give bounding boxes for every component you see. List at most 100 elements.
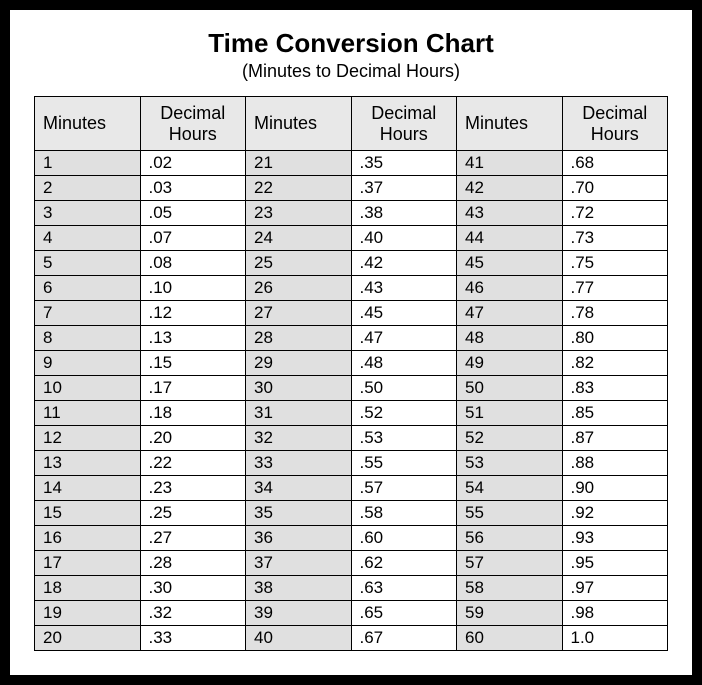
cell-minutes: 53 [457, 451, 563, 476]
cell-minutes: 2 [35, 176, 141, 201]
cell-minutes: 20 [35, 626, 141, 651]
cell-minutes: 8 [35, 326, 141, 351]
cell-minutes: 38 [246, 576, 352, 601]
cell-decimal-hours: .55 [351, 451, 457, 476]
cell-minutes: 55 [457, 501, 563, 526]
cell-minutes: 28 [246, 326, 352, 351]
cell-minutes: 50 [457, 376, 563, 401]
cell-minutes: 27 [246, 301, 352, 326]
cell-decimal-hours: .52 [351, 401, 457, 426]
cell-minutes: 29 [246, 351, 352, 376]
cell-minutes: 45 [457, 251, 563, 276]
cell-minutes: 31 [246, 401, 352, 426]
cell-minutes: 17 [35, 551, 141, 576]
cell-decimal-hours: .07 [140, 226, 246, 251]
table-row: 18.3038.6358.97 [35, 576, 668, 601]
cell-decimal-hours: .58 [351, 501, 457, 526]
cell-minutes: 60 [457, 626, 563, 651]
table-header-row: Minutes Decimal Hours Minutes Decimal Ho… [35, 97, 668, 151]
cell-minutes: 51 [457, 401, 563, 426]
table-row: 19.3239.6559.98 [35, 601, 668, 626]
cell-minutes: 43 [457, 201, 563, 226]
cell-minutes: 21 [246, 151, 352, 176]
cell-decimal-hours: .50 [351, 376, 457, 401]
col-header-minutes-2: Minutes [246, 97, 352, 151]
cell-minutes: 26 [246, 276, 352, 301]
chart-container: Time Conversion Chart (Minutes to Decima… [10, 10, 692, 675]
cell-decimal-hours: .43 [351, 276, 457, 301]
cell-decimal-hours: .15 [140, 351, 246, 376]
cell-decimal-hours: .28 [140, 551, 246, 576]
table-row: 17.2837.6257.95 [35, 551, 668, 576]
cell-decimal-hours: .77 [562, 276, 668, 301]
cell-decimal-hours: .20 [140, 426, 246, 451]
cell-decimal-hours: .62 [351, 551, 457, 576]
cell-minutes: 16 [35, 526, 141, 551]
cell-decimal-hours: .08 [140, 251, 246, 276]
cell-decimal-hours: .30 [140, 576, 246, 601]
cell-decimal-hours: .27 [140, 526, 246, 551]
table-row: 9.1529.4849.82 [35, 351, 668, 376]
cell-decimal-hours: .35 [351, 151, 457, 176]
cell-minutes: 58 [457, 576, 563, 601]
cell-minutes: 35 [246, 501, 352, 526]
cell-minutes: 57 [457, 551, 563, 576]
cell-minutes: 4 [35, 226, 141, 251]
cell-minutes: 24 [246, 226, 352, 251]
cell-decimal-hours: .32 [140, 601, 246, 626]
cell-decimal-hours: .33 [140, 626, 246, 651]
table-row: 8.1328.4748.80 [35, 326, 668, 351]
cell-minutes: 48 [457, 326, 563, 351]
table-row: 10.1730.5050.83 [35, 376, 668, 401]
cell-decimal-hours: .70 [562, 176, 668, 201]
cell-decimal-hours: .92 [562, 501, 668, 526]
cell-decimal-hours: .93 [562, 526, 668, 551]
cell-decimal-hours: .82 [562, 351, 668, 376]
cell-decimal-hours: .45 [351, 301, 457, 326]
table-row: 5.0825.4245.75 [35, 251, 668, 276]
cell-minutes: 39 [246, 601, 352, 626]
cell-minutes: 6 [35, 276, 141, 301]
col-header-hours-2: Decimal Hours [351, 97, 457, 151]
cell-decimal-hours: .10 [140, 276, 246, 301]
cell-decimal-hours: .17 [140, 376, 246, 401]
cell-decimal-hours: .23 [140, 476, 246, 501]
cell-minutes: 54 [457, 476, 563, 501]
cell-minutes: 18 [35, 576, 141, 601]
cell-minutes: 7 [35, 301, 141, 326]
table-row: 12.2032.5352.87 [35, 426, 668, 451]
cell-minutes: 12 [35, 426, 141, 451]
cell-minutes: 13 [35, 451, 141, 476]
cell-decimal-hours: .90 [562, 476, 668, 501]
cell-minutes: 10 [35, 376, 141, 401]
table-row: 20.3340.67601.0 [35, 626, 668, 651]
conversion-table: Minutes Decimal Hours Minutes Decimal Ho… [34, 96, 668, 651]
cell-decimal-hours: .57 [351, 476, 457, 501]
cell-decimal-hours: .02 [140, 151, 246, 176]
cell-decimal-hours: .47 [351, 326, 457, 351]
cell-minutes: 30 [246, 376, 352, 401]
cell-decimal-hours: .85 [562, 401, 668, 426]
cell-decimal-hours: .78 [562, 301, 668, 326]
cell-decimal-hours: .95 [562, 551, 668, 576]
cell-minutes: 56 [457, 526, 563, 551]
cell-minutes: 52 [457, 426, 563, 451]
cell-minutes: 9 [35, 351, 141, 376]
col-header-hours-1: Decimal Hours [140, 97, 246, 151]
cell-decimal-hours: .98 [562, 601, 668, 626]
cell-decimal-hours: .83 [562, 376, 668, 401]
cell-minutes: 3 [35, 201, 141, 226]
cell-minutes: 37 [246, 551, 352, 576]
table-body: 1.0221.3541.682.0322.3742.703.0523.3843.… [35, 151, 668, 651]
col-header-minutes-1: Minutes [35, 97, 141, 151]
table-row: 7.1227.4547.78 [35, 301, 668, 326]
cell-minutes: 36 [246, 526, 352, 551]
cell-minutes: 14 [35, 476, 141, 501]
cell-minutes: 47 [457, 301, 563, 326]
cell-minutes: 59 [457, 601, 563, 626]
cell-decimal-hours: .48 [351, 351, 457, 376]
cell-decimal-hours: .12 [140, 301, 246, 326]
cell-decimal-hours: .13 [140, 326, 246, 351]
table-row: 15.2535.5855.92 [35, 501, 668, 526]
table-row: 16.2736.6056.93 [35, 526, 668, 551]
